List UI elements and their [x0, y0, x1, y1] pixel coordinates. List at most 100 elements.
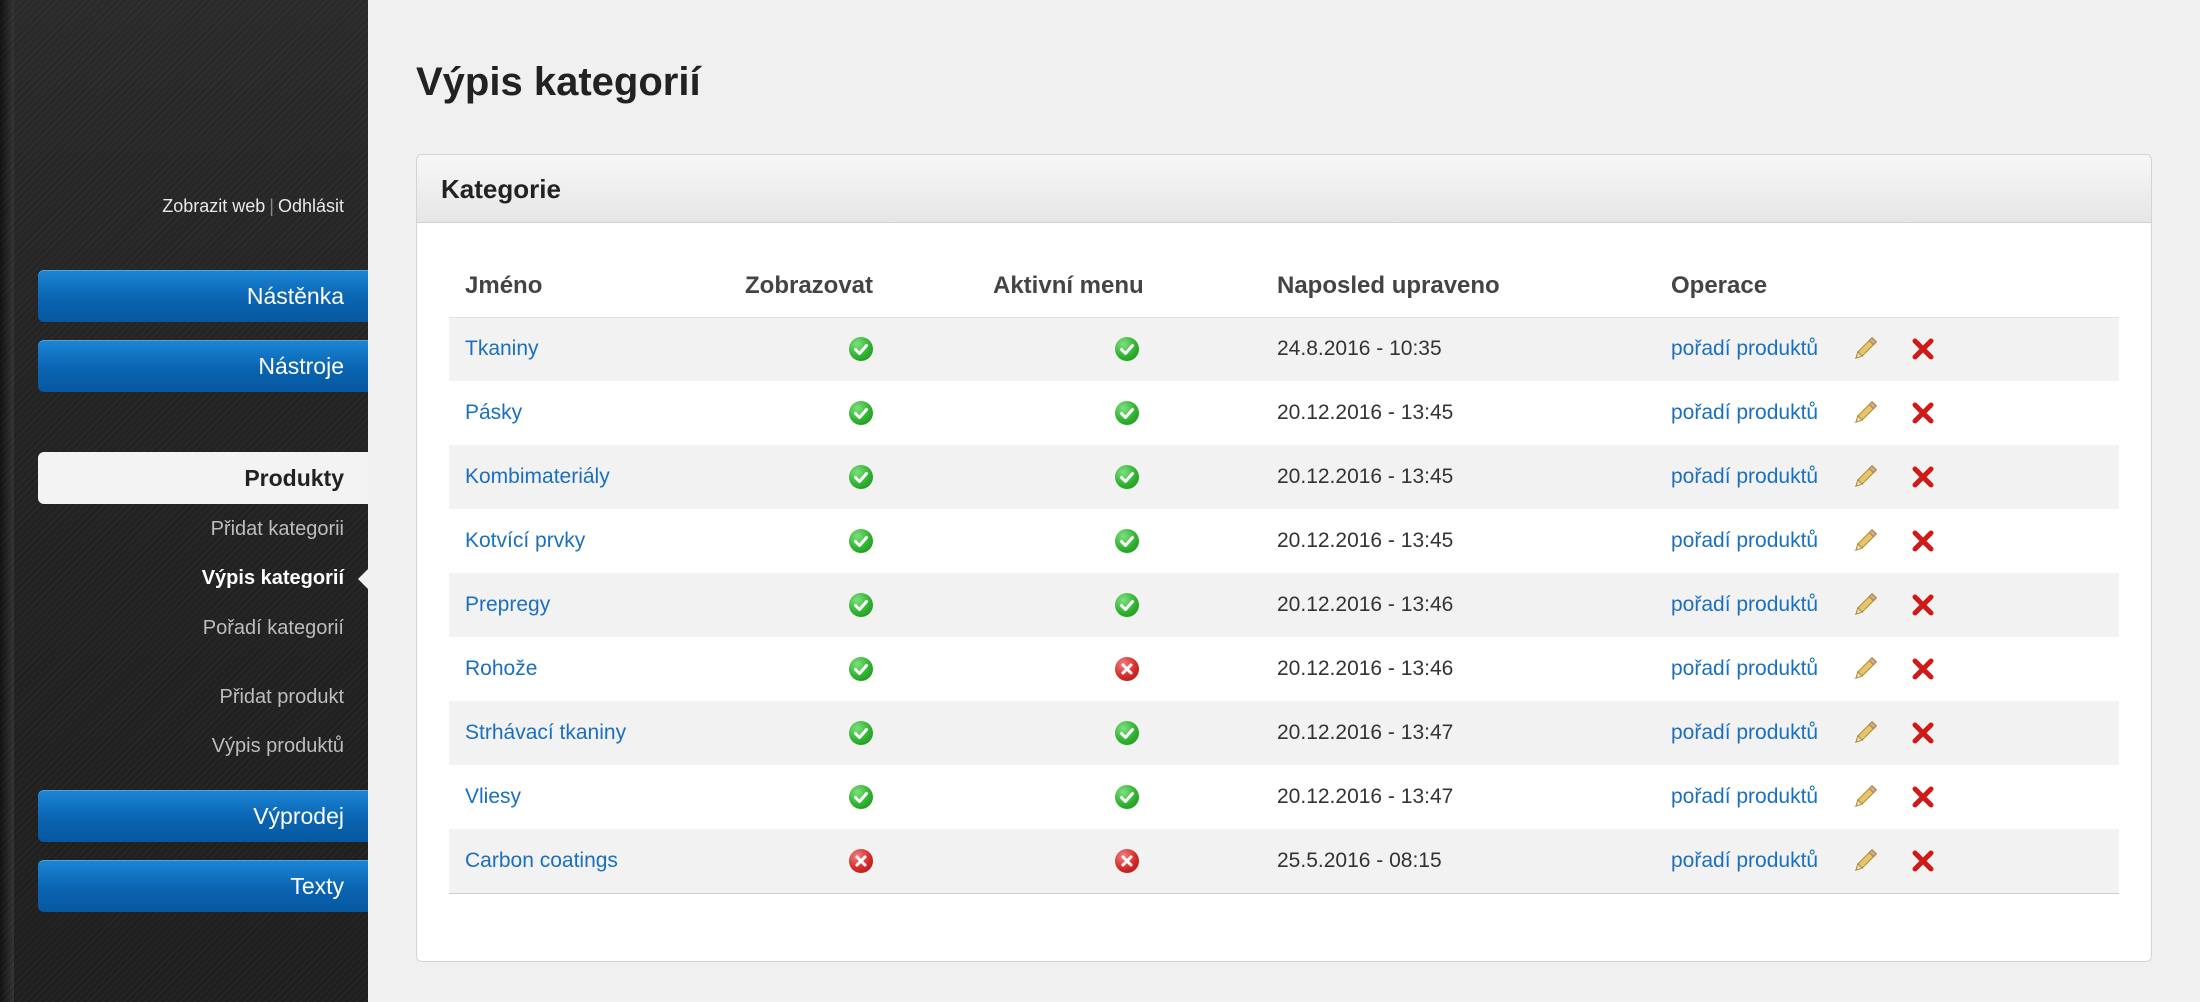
table-row: Strhávací tkaniny 20.12.2016 - 13:47 pořad… [449, 701, 2119, 765]
pencil-icon[interactable] [1851, 847, 1879, 875]
category-name-link[interactable]: Pásky [465, 401, 522, 424]
subnav-order-categories[interactable]: Pořadí kategorií [203, 617, 344, 640]
active-menu-cell [993, 573, 1277, 637]
product-order-link[interactable]: pořadí produktů [1671, 529, 1851, 553]
modified-cell: 24.8.2016 - 10:35 [1277, 317, 1671, 381]
pencil-icon[interactable] [1851, 719, 1879, 747]
delete-x-icon[interactable] [1909, 719, 1937, 747]
delete-x-icon[interactable] [1909, 335, 1937, 363]
show-cell [745, 573, 993, 637]
operations-cell: pořadí produktů [1671, 317, 2119, 381]
active-menu-cell [993, 317, 1277, 381]
table-row: Carbon coatings 25.5.2016 - 08:15 pořadí p… [449, 829, 2119, 894]
modified-cell: 20.12.2016 - 13:47 [1277, 701, 1671, 765]
check-circle-icon [1115, 721, 1139, 746]
nav-tools[interactable]: Nástroje [38, 340, 368, 392]
table-row: Tkaniny 24.8.2016 - 10:35 pořadí produktů [449, 317, 2119, 381]
modified-cell: 25.5.2016 - 08:15 [1277, 829, 1671, 894]
category-name-link[interactable]: Rohože [465, 657, 537, 680]
table-row: Kombimateriály 20.12.2016 - 13:45 pořadí p… [449, 445, 2119, 509]
check-circle-icon [1115, 337, 1139, 362]
check-circle-icon [1115, 785, 1139, 810]
product-order-link[interactable]: pořadí produktů [1671, 465, 1851, 489]
operations-cell: pořadí produktů [1671, 701, 2119, 765]
subnav-add-product[interactable]: Přidat produkt [219, 686, 344, 709]
category-name-link[interactable]: Kombimateriály [465, 465, 610, 488]
active-menu-cell [993, 509, 1277, 573]
category-name-cell: Kotvící prvky [449, 509, 745, 573]
show-cell [745, 445, 993, 509]
product-order-link[interactable]: pořadí produktů [1671, 849, 1851, 873]
category-name-cell: Rohože [449, 637, 745, 701]
modified-cell: 20.12.2016 - 13:47 [1277, 785, 1454, 808]
check-circle-icon [1115, 401, 1139, 426]
subnav-list-categories[interactable]: Výpis kategorií [202, 567, 344, 590]
nav-dashboard[interactable]: Nástěnka [38, 270, 368, 322]
pencil-icon[interactable] [1851, 655, 1879, 683]
pencil-icon[interactable] [1851, 463, 1879, 491]
check-circle-icon [849, 337, 873, 362]
category-name-cell: Carbon coatings [449, 829, 745, 894]
category-name-cell: Strhávací tkaniny [449, 701, 745, 765]
table-row: Vliesy 20.12.2016 - 13:47 pořadí produktů [449, 765, 2119, 829]
table-header-row: Jméno Zobrazovat Aktivní menu Naposled u… [449, 255, 2119, 318]
modified-cell: 20.12.2016 - 13:46 [1277, 657, 1454, 680]
check-circle-icon [849, 657, 873, 682]
nav-sale[interactable]: Výprodej [38, 790, 368, 842]
category-name-link[interactable]: Strhávací tkaniny [465, 721, 626, 744]
product-order-link[interactable]: pořadí produktů [1671, 785, 1851, 809]
pencil-icon[interactable] [1851, 399, 1879, 427]
delete-x-icon[interactable] [1909, 527, 1937, 555]
show-cell [745, 765, 993, 829]
category-name-link[interactable]: Carbon coatings [465, 849, 618, 872]
product-order-link[interactable]: pořadí produktů [1671, 657, 1851, 681]
panel-title: Kategorie [417, 155, 2151, 223]
table-row: Prepregy 20.12.2016 - 13:46 pořadí produkt… [449, 573, 2119, 637]
product-order-link[interactable]: pořadí produktů [1671, 593, 1851, 617]
logout-link[interactable]: Odhlásit [278, 196, 344, 216]
category-name-link[interactable]: Prepregy [465, 593, 550, 616]
category-name-link[interactable]: Vliesy [465, 785, 521, 808]
top-links: Zobrazit web | Odhlásit [162, 196, 344, 217]
category-name-cell: Kombimateriály [449, 445, 745, 509]
category-name-link[interactable]: Kotvící prvky [465, 529, 585, 552]
category-name-link[interactable]: Tkaniny [465, 337, 539, 360]
delete-x-icon[interactable] [1909, 655, 1937, 683]
delete-x-icon[interactable] [1909, 783, 1937, 811]
product-order-link[interactable]: pořadí produktů [1671, 721, 1851, 745]
check-circle-icon [1115, 529, 1139, 554]
pencil-icon[interactable] [1851, 335, 1879, 363]
subnav-list-products[interactable]: Výpis produktů [212, 735, 344, 758]
pencil-icon[interactable] [1851, 527, 1879, 555]
x-circle-icon [1115, 657, 1139, 682]
delete-x-icon[interactable] [1909, 591, 1937, 619]
nav-products[interactable]: Produkty [38, 452, 368, 504]
delete-x-icon[interactable] [1909, 463, 1937, 491]
column-modified: Naposled upraveno [1277, 255, 1671, 318]
pencil-icon[interactable] [1851, 591, 1879, 619]
category-name-cell: Tkaniny [449, 317, 745, 381]
show-cell [745, 509, 993, 573]
modified-cell: 20.12.2016 - 13:45 [1277, 445, 1671, 509]
column-operations: Operace [1671, 255, 2119, 318]
subnav-add-category[interactable]: Přidat kategorii [211, 518, 344, 541]
product-order-link[interactable]: pořadí produktů [1671, 337, 1851, 361]
nav-texts[interactable]: Texty [38, 860, 368, 912]
category-name-cell: Vliesy [449, 765, 745, 829]
show-cell [745, 381, 993, 445]
operations-cell: pořadí produktů [1671, 637, 2119, 701]
column-active-menu: Aktivní menu [993, 255, 1277, 318]
delete-x-icon[interactable] [1909, 399, 1937, 427]
sidebar: Zobrazit web | Odhlásit Nástěnka Nástroje … [0, 0, 368, 1002]
show-cell [745, 701, 993, 765]
delete-x-icon[interactable] [1909, 847, 1937, 875]
category-name-cell: Prepregy [449, 573, 745, 637]
check-circle-icon [849, 529, 873, 554]
check-circle-icon [849, 401, 873, 426]
pencil-icon[interactable] [1851, 783, 1879, 811]
category-name-cell: Pásky [449, 381, 745, 445]
check-circle-icon [849, 465, 873, 490]
view-site-link[interactable]: Zobrazit web [162, 196, 265, 216]
product-order-link[interactable]: pořadí produktů [1671, 401, 1851, 425]
modified-cell: 20.12.2016 - 13:46 [1277, 573, 1671, 637]
